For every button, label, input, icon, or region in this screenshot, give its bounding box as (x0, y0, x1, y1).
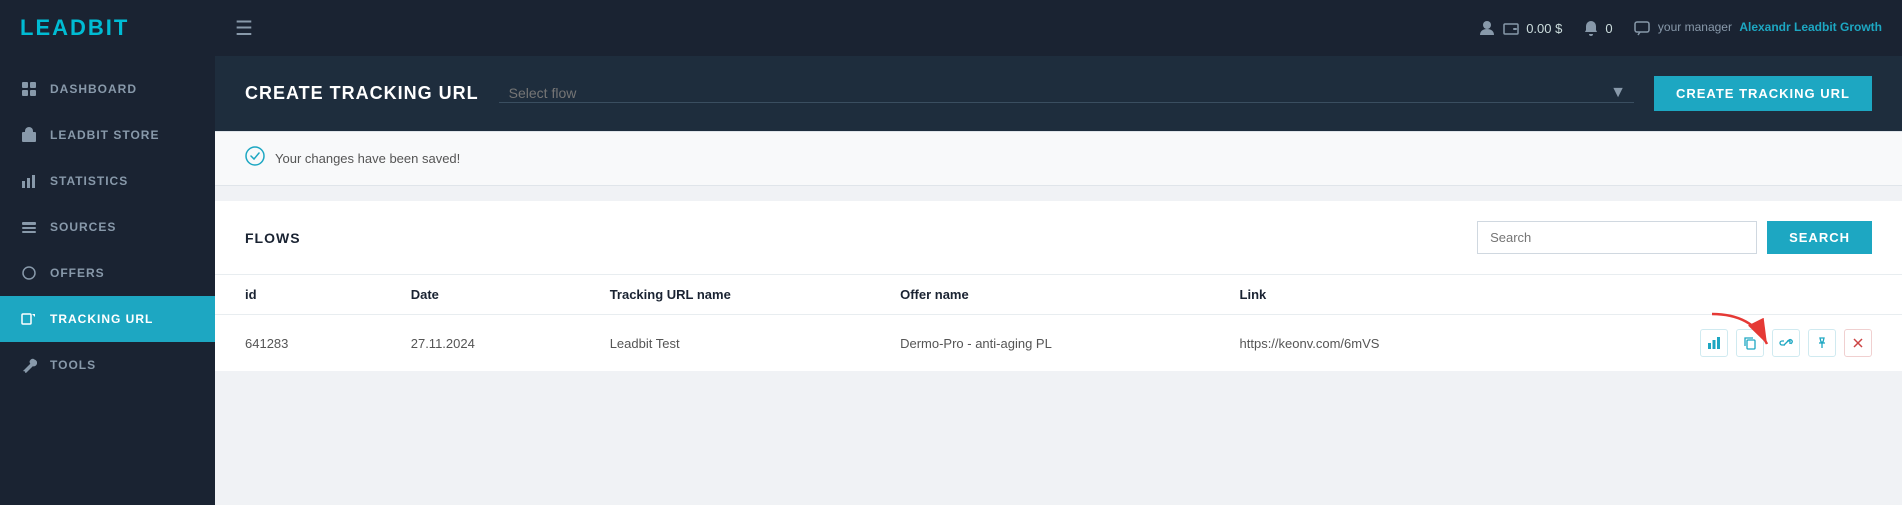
col-date: Date (381, 275, 580, 315)
pin-icon (1815, 336, 1829, 350)
logo-bit: BIT (88, 15, 129, 40)
tracking-icon (20, 310, 38, 328)
hamburger-menu[interactable]: ☰ (235, 16, 253, 41)
header-right: 0.00 $ 0 your manager Alexandr Leadbit G… (1478, 19, 1882, 37)
cell-actions (1530, 315, 1902, 372)
logo-lead: LEAD (20, 15, 88, 40)
offers-icon (20, 264, 38, 282)
flows-table: id Date Tracking URL name Offer name Lin… (215, 275, 1902, 372)
select-flow-wrapper: ▼ (499, 84, 1634, 103)
sidebar-label-store: LEADBIT STORE (50, 128, 159, 142)
flows-header: FLOWS SEARCH (215, 201, 1902, 275)
sidebar-item-leadbit-store[interactable]: LEADBIT STORE (0, 112, 215, 158)
user-icon (1478, 19, 1496, 37)
header-manager: your manager Alexandr Leadbit Growth (1633, 19, 1882, 37)
store-icon (20, 126, 38, 144)
success-banner: Your changes have been saved! (215, 131, 1902, 186)
table-header-row: id Date Tracking URL name Offer name Lin… (215, 275, 1902, 315)
sidebar-item-tracking-url[interactable]: TRACKING URL (0, 296, 215, 342)
close-icon (1852, 337, 1864, 349)
flows-title: FLOWS (245, 230, 301, 246)
chat-icon (1633, 19, 1651, 37)
search-area: SEARCH (1477, 221, 1872, 254)
copy-icon-button[interactable] (1736, 329, 1764, 357)
notifications: 0 (1582, 19, 1612, 37)
success-message: Your changes have been saved! (275, 151, 460, 166)
delete-icon-button[interactable] (1844, 329, 1872, 357)
sidebar-label-dashboard: DASHBOARD (50, 82, 137, 96)
page-title: CREATE TRACKING URL (245, 83, 479, 104)
manager-name: Alexandr Leadbit Growth (1739, 20, 1882, 34)
col-actions (1530, 275, 1902, 315)
create-tracking-header: CREATE TRACKING URL ▼ CREATE TRACKING UR… (215, 56, 1902, 131)
wallet-icon (1502, 19, 1520, 37)
col-offer-name: Offer name (870, 275, 1209, 315)
bell-icon (1582, 19, 1600, 37)
sidebar-item-sources[interactable]: SOURCES (0, 204, 215, 250)
cell-id: 641283 (215, 315, 381, 372)
logo: LEADBIT (0, 0, 215, 56)
sources-icon (20, 218, 38, 236)
search-input[interactable] (1477, 221, 1757, 254)
sidebar: LEADBIT DASHBOARD LEADBIT STORE (0, 0, 215, 505)
flows-section: FLOWS SEARCH id Date Tracking URL name O… (215, 201, 1902, 372)
sidebar-item-statistics[interactable]: STATISTICS (0, 158, 215, 204)
sidebar-item-offers[interactable]: OFFERS (0, 250, 215, 296)
cell-date: 27.11.2024 (381, 315, 580, 372)
link-icon (1779, 336, 1793, 350)
balance-amount: 0.00 $ (1526, 21, 1562, 36)
top-header: ☰ 0.00 $ 0 (215, 0, 1902, 56)
sidebar-label-sources: SOURCES (50, 220, 116, 234)
check-circle-icon (245, 146, 265, 171)
manager-prefix: your manager (1658, 20, 1732, 34)
notification-count: 0 (1605, 21, 1612, 36)
sidebar-nav: DASHBOARD LEADBIT STORE STATISTICS (0, 56, 215, 388)
logo-text: LEADBIT (20, 15, 129, 41)
bar-chart-icon (1707, 336, 1721, 350)
create-tracking-url-button[interactable]: CREATE TRACKING URL (1654, 76, 1872, 111)
stats-icon-button[interactable] (1700, 329, 1728, 357)
col-tracking-url-name: Tracking URL name (580, 275, 870, 315)
sidebar-item-tools[interactable]: TOOLS (0, 342, 215, 388)
sidebar-label-tools: TOOLS (50, 358, 96, 372)
link-icon-button[interactable] (1772, 329, 1800, 357)
table-row: 641283 27.11.2024 Leadbit Test Dermo-Pro… (215, 315, 1902, 372)
chevron-down-icon: ▼ (1610, 84, 1626, 102)
col-id: id (215, 275, 381, 315)
copy-icon (1743, 336, 1757, 350)
search-button[interactable]: SEARCH (1767, 221, 1872, 254)
checkmark-icon (245, 146, 265, 166)
select-flow-input[interactable] (499, 85, 1610, 101)
col-link: Link (1210, 275, 1531, 315)
tools-icon (20, 356, 38, 374)
sidebar-label-statistics: STATISTICS (50, 174, 128, 188)
dashboard-icon (20, 80, 38, 98)
statistics-icon (20, 172, 38, 190)
cell-tracking-url-name: Leadbit Test (580, 315, 870, 372)
action-icons (1560, 329, 1872, 357)
header-balance: 0.00 $ (1478, 19, 1562, 37)
main-content: ☰ 0.00 $ 0 (215, 0, 1902, 505)
cell-offer-name: Dermo-Pro - anti-aging PL (870, 315, 1209, 372)
pin-icon-button[interactable] (1808, 329, 1836, 357)
page-body: CREATE TRACKING URL ▼ CREATE TRACKING UR… (215, 56, 1902, 505)
sidebar-item-dashboard[interactable]: DASHBOARD (0, 66, 215, 112)
sidebar-label-offers: OFFERS (50, 266, 105, 280)
sidebar-label-tracking-url: TRACKING URL (50, 312, 153, 326)
cell-link: https://keonv.com/6mVS (1210, 315, 1531, 372)
